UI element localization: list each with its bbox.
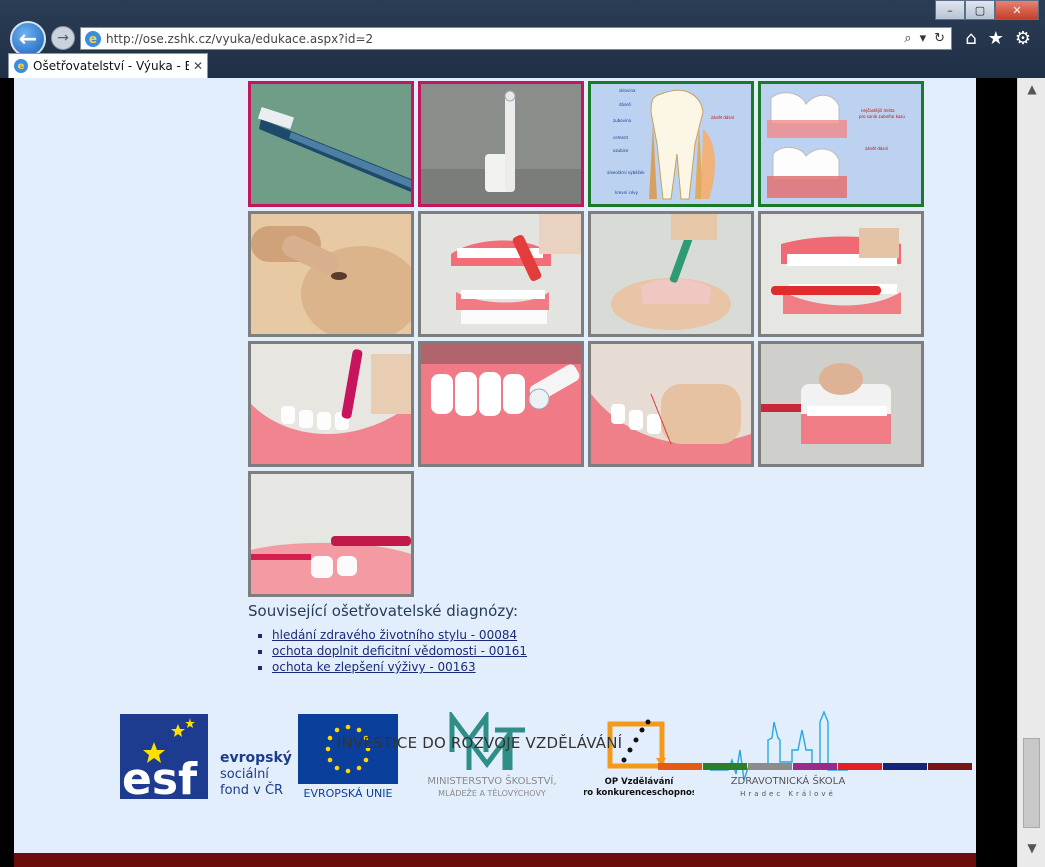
esf-mark: esf	[122, 754, 198, 799]
msmt-line-2: MLÁDEŽE A TĚLOVÝCHOVY	[438, 787, 546, 798]
diagnoses-list: hledání zdravého životního stylu - 00084…	[272, 628, 527, 676]
diagnosis-link-00084[interactable]: hledání zdravého životního stylu - 00084	[272, 628, 517, 642]
color-bar-segment	[793, 763, 837, 770]
tab-close-icon[interactable]: ✕	[189, 59, 207, 73]
single-tuft-brush-photo[interactable]	[248, 471, 414, 597]
maximize-button[interactable]: ▢	[965, 0, 995, 20]
svg-text:dáseň: dáseň	[619, 102, 632, 107]
svg-text:sklovina: sklovina	[619, 88, 636, 93]
scroll-up-icon[interactable]: ▲	[1018, 78, 1045, 100]
invest-slogan: INVESTICE DO ROZVOJE VZDĚLÁVÁNÍ	[337, 734, 623, 752]
address-bar[interactable]: e http://ose.zshk.cz/vyuka/edukace.aspx?…	[80, 27, 952, 50]
forward-arrow-icon: →	[57, 30, 69, 46]
svg-text:nejčastější místa: nejčastější místa	[861, 108, 895, 113]
sponsor-logos: esf evropský sociální fond v ČR EVROPSKÁ…	[120, 709, 860, 805]
settings-gear-icon[interactable]: ⚙	[1015, 28, 1031, 49]
electric-brush-model-photo[interactable]	[418, 341, 584, 467]
diagnosis-link-00163[interactable]: ochota ke zlepšení výživy - 00163	[272, 660, 476, 674]
ie-icon: e	[85, 30, 101, 47]
svg-text:krevní cévy: krevní cévy	[615, 190, 639, 195]
svg-text:cement: cement	[613, 135, 629, 140]
window-controls: – ▢ ✕	[935, 0, 1039, 20]
color-bar-segment	[883, 763, 927, 770]
zdravotnicka-skola-logo: ZDRAVOTNICKÁ ŠKOLA Hradec Králové	[708, 710, 858, 800]
interdental-brush-photo[interactable]	[248, 341, 414, 467]
page-content: sklovina dáseň zubovina cement ozubice alveo…	[14, 78, 976, 853]
dropdown-icon[interactable]: ▾	[920, 31, 927, 46]
refresh-icon[interactable]: ↻	[934, 31, 945, 46]
op-logo: OP Vzdělávání pro konkurenceschopnost	[577, 714, 701, 804]
home-icon[interactable]: ⌂	[965, 28, 976, 49]
back-arrow-icon: ←	[18, 26, 38, 52]
diagnoses-title: Související ošetřovatelské diagnózy:	[248, 602, 519, 620]
svg-text:pro vznik zubního kazu: pro vznik zubního kazu	[859, 114, 905, 119]
close-window-button[interactable]: ✕	[995, 0, 1039, 20]
electric-toothbrush-photo[interactable]	[418, 81, 584, 207]
image-grid: sklovina dáseň zubovina cement ozubice alveo…	[248, 81, 924, 597]
bottom-strip	[14, 853, 976, 867]
list-item: ochota ke zlepšení výživy - 00163	[272, 660, 527, 674]
msmt-logo: MINISTERSTVO ŠKOLSTVÍ, MLÁDEŽE A TĚLOVÝC…	[407, 709, 577, 802]
color-bar	[658, 763, 973, 770]
zs-line-2: Hradec Králové	[740, 790, 836, 798]
scroll-down-icon[interactable]: ▼	[1018, 837, 1045, 859]
minimize-button[interactable]: –	[935, 0, 965, 20]
svg-text:zánět dásní: zánět dásní	[711, 115, 735, 120]
esf-line-2: sociální	[220, 767, 269, 782]
denture-model-brushing-photo[interactable]	[418, 211, 584, 337]
tab-title[interactable]: Ošetřovatelství - Výuka - Ed...	[33, 59, 189, 73]
viewport: sklovina dáseň zubovina cement ozubice alveo…	[0, 78, 1045, 867]
op-line-2: pro konkurenceschopnost	[584, 788, 694, 798]
color-bar-segment	[838, 763, 882, 770]
svg-text:alveolární výběžek: alveolární výběžek	[607, 170, 645, 175]
denture-cleaning-photo[interactable]	[588, 211, 754, 337]
eu-logo: EVROPSKÁ UNIE	[298, 714, 398, 800]
model-top-brushing-photo[interactable]	[758, 341, 924, 467]
op-line-1: OP Vzdělávání	[605, 776, 675, 787]
scroll-thumb[interactable]	[1023, 738, 1040, 828]
vertical-scrollbar[interactable]: ▲ ▼	[1017, 78, 1045, 867]
tooth-anatomy-diagram[interactable]: sklovina dáseň zubovina cement ozubice alveo…	[588, 81, 754, 207]
color-bar-segment	[928, 763, 972, 770]
tab-ie-icon: e	[14, 59, 28, 73]
esf-line-3: fond v ČR	[220, 782, 283, 798]
list-item: hledání zdravého životního stylu - 00084	[272, 628, 527, 642]
svg-text:ozubice: ozubice	[613, 148, 629, 153]
gum-inflammation-diagram[interactable]: nejčastější místa pro vznik zubního kazu …	[758, 81, 924, 207]
msmt-line-1: MINISTERSTVO ŠKOLSTVÍ,	[427, 774, 556, 787]
address-url[interactable]: http://ose.zshk.cz/vyuka/edukace.aspx?id…	[106, 32, 904, 46]
model-brushing-photo[interactable]	[758, 211, 924, 337]
color-bar-segment	[748, 763, 792, 770]
forward-button[interactable]: →	[51, 26, 75, 50]
svg-text:zubovina: zubovina	[613, 118, 632, 123]
flossing-model-photo[interactable]	[588, 341, 754, 467]
favorites-star-icon[interactable]: ★	[988, 28, 1004, 49]
back-button[interactable]: ←	[10, 21, 46, 57]
esf-line-1: evropský	[220, 750, 292, 766]
svg-text:zánět dásní: zánět dásní	[865, 146, 889, 151]
tab-active[interactable]: e Ošetřovatelství - Výuka - Ed... ✕	[8, 53, 208, 78]
esf-logo: esf evropský sociální fond v ČR	[120, 714, 295, 805]
color-bar-segment	[703, 763, 747, 770]
search-icon[interactable]: ⌕	[904, 31, 911, 46]
eu-label: EVROPSKÁ UNIE	[304, 787, 393, 800]
infant-oral-care-photo[interactable]	[248, 211, 414, 337]
zs-line-1: ZDRAVOTNICKÁ ŠKOLA	[731, 774, 846, 787]
toothbrush-photo[interactable]	[248, 81, 414, 207]
list-item: ochota doplnit deficitní vědomosti - 001…	[272, 644, 527, 658]
diagnosis-link-00161[interactable]: ochota doplnit deficitní vědomosti - 001…	[272, 644, 527, 658]
color-bar-segment	[658, 763, 702, 770]
browser-chrome: – ▢ ✕ ← → e http://ose.zshk.cz/vyuka/edu…	[0, 0, 1045, 78]
